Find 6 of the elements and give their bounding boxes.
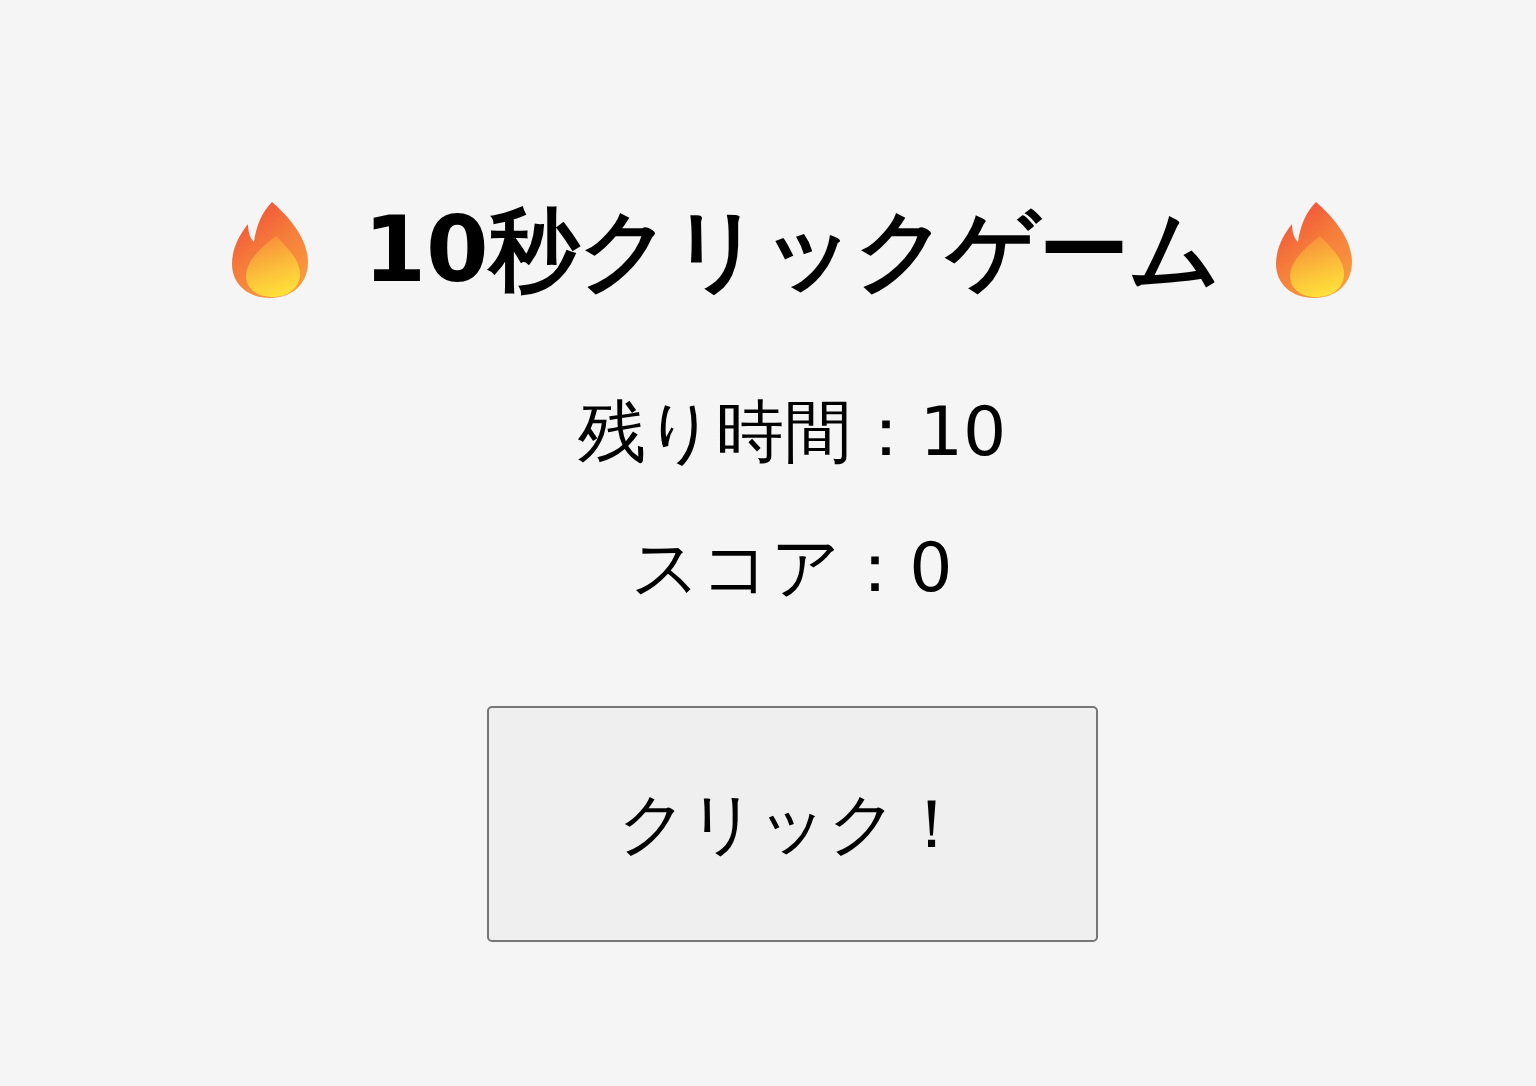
flame-icon: [232, 202, 309, 298]
click-button[interactable]: クリック！: [486, 706, 1098, 942]
flame-icon: [1275, 202, 1352, 298]
game-title: 10秒クリックゲーム: [363, 200, 1221, 300]
score-text: スコア：0: [631, 527, 953, 609]
time-remaining-text: 残り時間：10: [577, 391, 1007, 473]
